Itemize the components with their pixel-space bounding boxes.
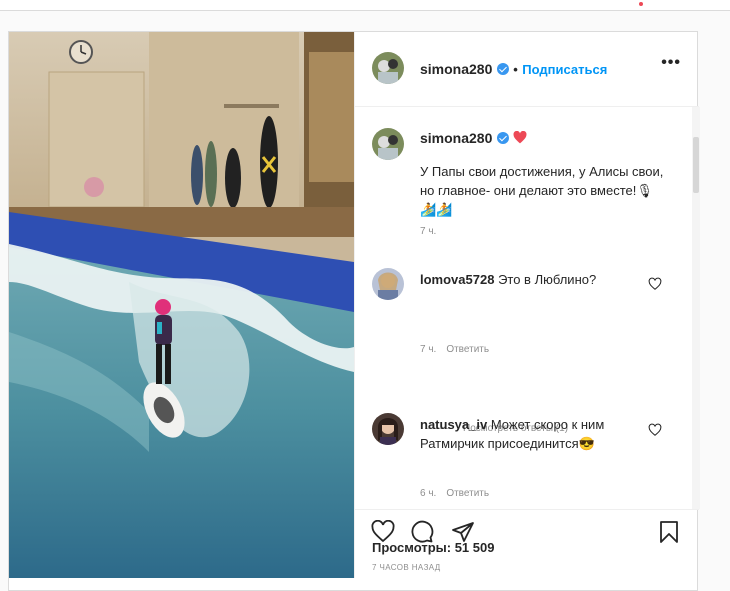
comment-text: lomova5728 Это в Люблино? [420, 270, 650, 289]
comment-meta: 6 ч. Ответить [420, 488, 489, 499]
comments-list[interactable]: simona280 У Папы свои достижения, у Алис… [355, 107, 699, 509]
comment-body: Это в Люблино? [498, 272, 597, 287]
post-header: simona280 • Подписаться ••• [355, 32, 699, 107]
comment-meta: 7 ч. Ответить [420, 344, 489, 355]
comment-text: natusya_iv Может скоро к ним Ратмирчик п… [420, 415, 645, 453]
caption-text: У Папы свои достижения, у Алисы свои, но… [420, 162, 665, 219]
bookmark-icon[interactable] [657, 520, 681, 544]
posted-time: 7 ЧАСОВ НАЗАД [372, 563, 441, 572]
red-heart-emoji-icon [513, 130, 527, 144]
scrollbar-thumb[interactable] [693, 137, 699, 193]
reply-button[interactable]: Ответить [446, 344, 489, 355]
caption-body: У Папы свои достижения, у Алисы свои, но… [420, 164, 664, 198]
activity-dot [639, 2, 643, 6]
caption-time: 7 ч. [420, 226, 437, 237]
comment-username[interactable]: lomova5728 [420, 272, 494, 287]
top-navbar [0, 0, 730, 11]
post-side-panel: simona280 • Подписаться ••• simona280 У … [354, 32, 700, 578]
reply-button[interactable]: Ответить [446, 488, 489, 499]
verified-badge-icon [496, 63, 509, 75]
post-video[interactable] [9, 32, 354, 578]
author-username[interactable]: simona280 [420, 61, 492, 77]
views-count[interactable]: Просмотры: 51 509 [372, 540, 494, 555]
comment-time: 7 ч. [420, 344, 437, 355]
caption-username[interactable]: simona280 [420, 130, 492, 146]
like-comment-heart-icon[interactable] [648, 277, 662, 291]
comment-time: 6 ч. [420, 488, 437, 499]
verified-badge-icon [496, 132, 509, 144]
comment-username[interactable]: natusya_iv [420, 417, 487, 432]
commenter-avatar[interactable] [372, 413, 404, 445]
caption-avatar[interactable] [372, 128, 404, 160]
header-separator: • [513, 62, 518, 77]
post-actions: Просмотры: 51 509 7 ЧАСОВ НАЗАД [355, 509, 699, 580]
author-avatar[interactable] [372, 52, 404, 84]
caption-author-line: simona280 [420, 130, 527, 148]
comments-scrollbar[interactable] [692, 107, 700, 509]
follow-button[interactable]: Подписаться [522, 62, 607, 77]
commenter-avatar[interactable] [372, 268, 404, 300]
more-options-icon[interactable]: ••• [661, 54, 681, 72]
post-card: simona280 • Подписаться ••• simona280 У … [8, 31, 700, 591]
surf-pool-scene [9, 32, 354, 578]
like-comment-heart-icon[interactable] [648, 423, 662, 437]
author-line: simona280 • Подписаться [420, 61, 607, 79]
